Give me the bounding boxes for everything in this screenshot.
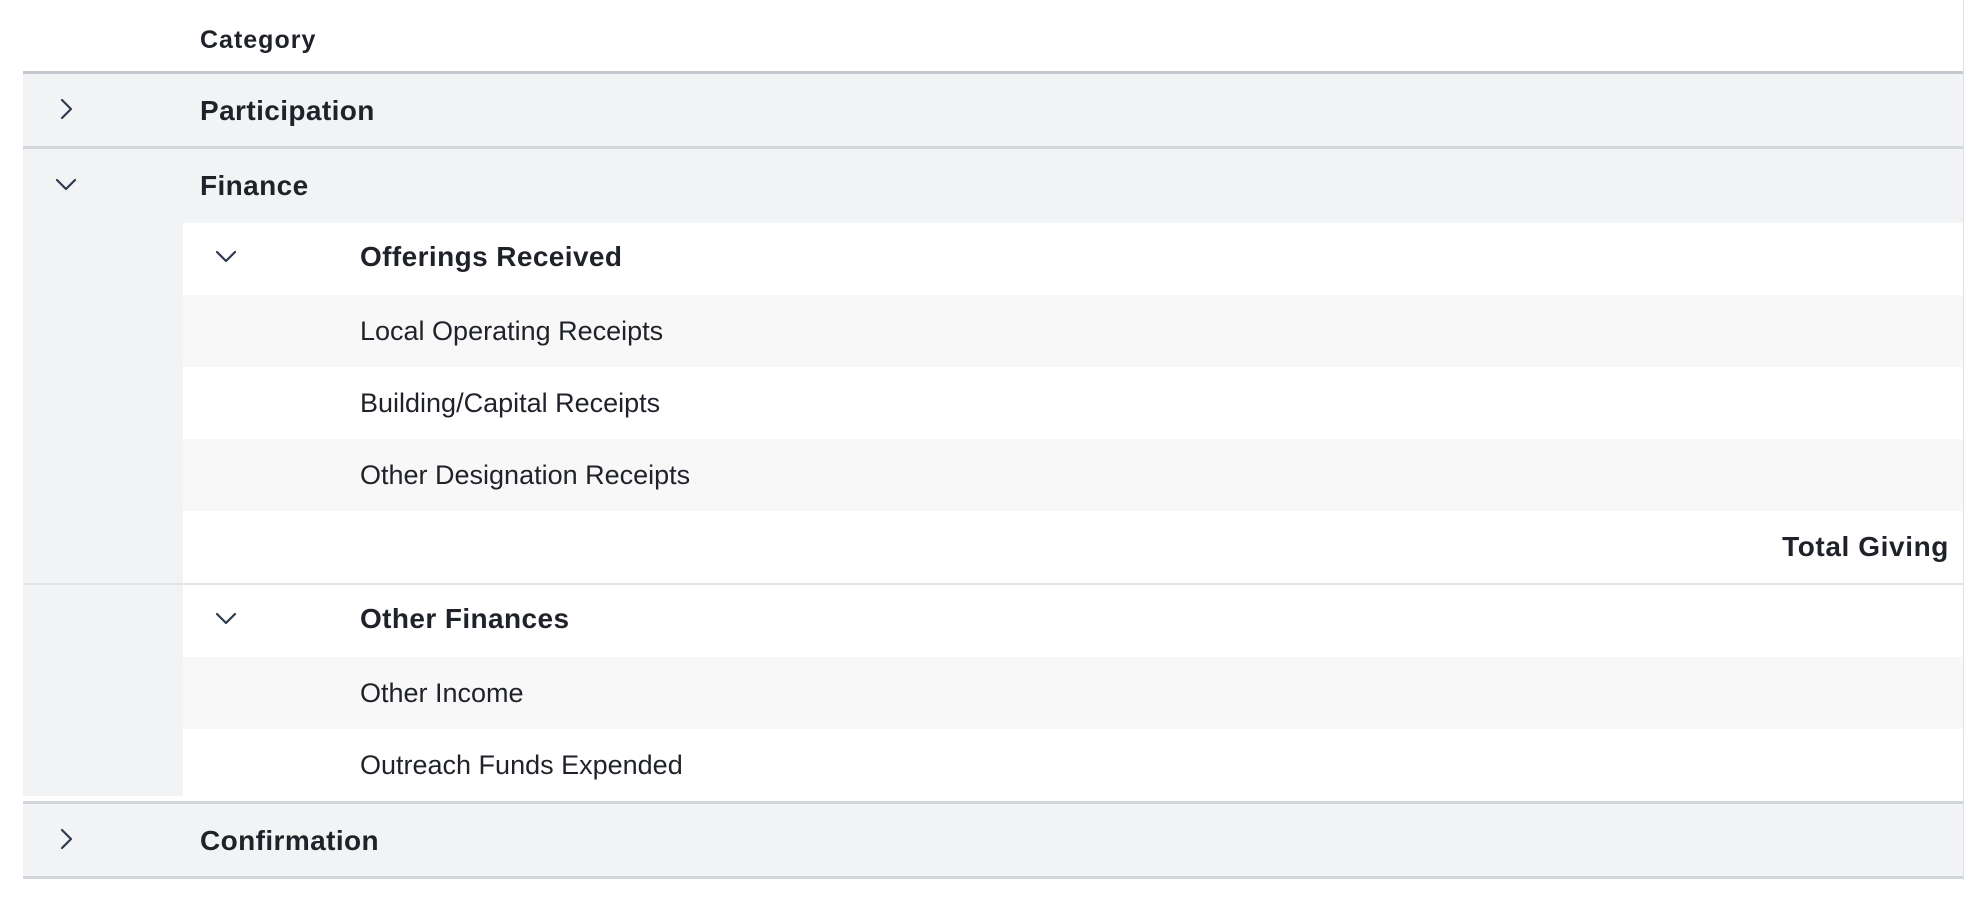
column-divider xyxy=(1963,0,1964,880)
item-label: Other Income xyxy=(360,678,524,708)
chevron-right-icon[interactable] xyxy=(53,96,79,122)
list-item[interactable]: Building/Capital Receipts xyxy=(183,367,1963,439)
column-header-category[interactable]: Category xyxy=(200,26,316,55)
chevron-down-icon[interactable] xyxy=(213,605,239,631)
group-label-confirmation: Confirmation xyxy=(200,825,380,856)
group-row-participation[interactable]: Participation xyxy=(23,74,1963,148)
subgroup-label-offerings-received: Offerings Received xyxy=(360,241,623,272)
list-item[interactable]: Other Income xyxy=(183,657,1963,729)
list-item[interactable]: Outreach Funds Expended xyxy=(183,729,1963,801)
item-label: Building/Capital Receipts xyxy=(360,388,661,418)
group-row-confirmation[interactable]: Confirmation xyxy=(23,804,1963,878)
chevron-down-icon[interactable] xyxy=(53,171,79,197)
row-divider xyxy=(23,876,1963,879)
group-label-finance: Finance xyxy=(200,170,309,201)
indent-band xyxy=(23,223,183,796)
list-item[interactable]: Other Designation Receipts xyxy=(183,439,1963,511)
table-header: Category xyxy=(23,0,1963,72)
total-giving-label: Total Giving xyxy=(1782,531,1949,562)
subgroup-row-offerings-received[interactable]: Offerings Received xyxy=(183,223,1963,295)
total-row: Total Giving xyxy=(183,511,1963,583)
chevron-down-icon[interactable] xyxy=(213,243,239,269)
group-row-finance[interactable]: Finance xyxy=(23,149,1963,223)
subgroup-label-other-finances: Other Finances xyxy=(360,603,570,634)
subgroup-row-other-finances[interactable]: Other Finances xyxy=(183,585,1963,657)
item-label: Other Designation Receipts xyxy=(360,460,691,490)
list-item[interactable]: Local Operating Receipts xyxy=(183,295,1963,367)
category-tree-table: Category Participation Finance Offerings… xyxy=(23,0,1970,906)
group-label-participation: Participation xyxy=(200,95,375,126)
chevron-right-icon[interactable] xyxy=(53,826,79,852)
item-label: Local Operating Receipts xyxy=(360,316,664,346)
item-label: Outreach Funds Expended xyxy=(360,750,683,780)
